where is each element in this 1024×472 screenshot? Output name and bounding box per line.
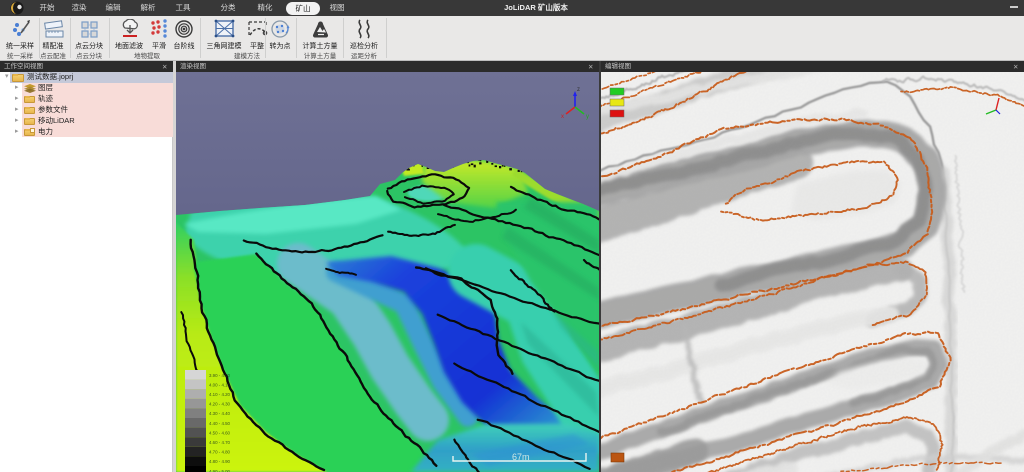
svg-text:3.90 - 4.00: 3.90 - 4.00 (209, 373, 231, 378)
svg-text:4.60 - 4.70: 4.60 - 4.70 (209, 440, 231, 445)
svg-text:4.70 - 4.80: 4.70 - 4.80 (209, 450, 231, 455)
svg-text:4.80 - 4.90: 4.80 - 4.90 (209, 459, 231, 464)
svg-text:4.20 - 4.30: 4.20 - 4.30 (209, 402, 231, 407)
svg-text:4.10 - 4.20: 4.10 - 4.20 (209, 392, 231, 397)
svg-text:4.00 - 4.10: 4.00 - 4.10 (209, 382, 231, 387)
svg-text:4.50 - 4.60: 4.50 - 4.60 (209, 430, 231, 435)
svg-text:y: y (586, 114, 589, 120)
svg-text:4.40 - 4.50: 4.40 - 4.50 (209, 421, 231, 426)
svg-text:x: x (561, 114, 564, 120)
svg-text:67m: 67m (512, 452, 530, 462)
svg-text:z: z (577, 87, 580, 93)
svg-text:4.30 - 4.40: 4.30 - 4.40 (209, 411, 231, 416)
